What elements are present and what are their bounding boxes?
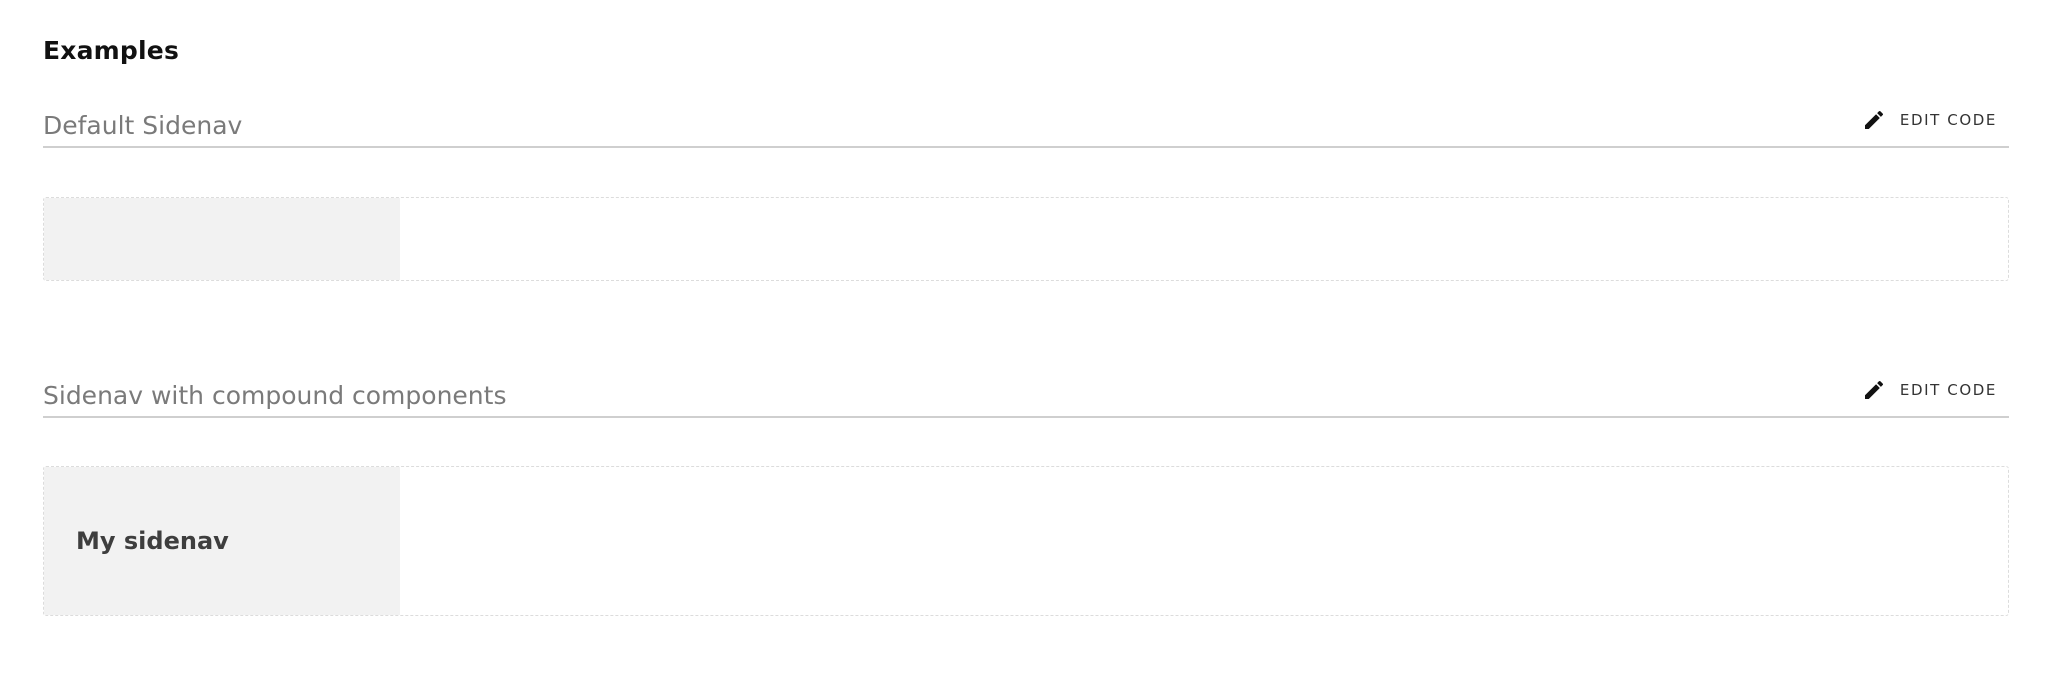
example-header: Default Sidenav EDIT CODE — [43, 103, 2009, 148]
sidenav — [44, 198, 400, 280]
edit-code-label: EDIT CODE — [1899, 381, 1997, 399]
pencil-icon — [1864, 110, 1883, 129]
example-title: Sidenav with compound components — [43, 381, 507, 410]
example-title: Default Sidenav — [43, 111, 243, 140]
example-sidenav-compound: Sidenav with compound components EDIT CO… — [43, 373, 2009, 418]
demo-frame — [43, 197, 2009, 281]
pencil-icon — [1864, 380, 1883, 399]
edit-code-label: EDIT CODE — [1899, 111, 1997, 129]
sidenav-title: My sidenav — [76, 527, 229, 555]
page-heading: Examples — [43, 36, 180, 65]
demo-frame: My sidenav — [43, 466, 2009, 616]
edit-code-button[interactable]: EDIT CODE — [1862, 108, 1997, 132]
sidenav: My sidenav — [44, 467, 400, 615]
example-default-sidenav: Default Sidenav EDIT CODE — [43, 103, 2009, 148]
example-header: Sidenav with compound components EDIT CO… — [43, 373, 2009, 418]
edit-code-button[interactable]: EDIT CODE — [1862, 378, 1997, 402]
